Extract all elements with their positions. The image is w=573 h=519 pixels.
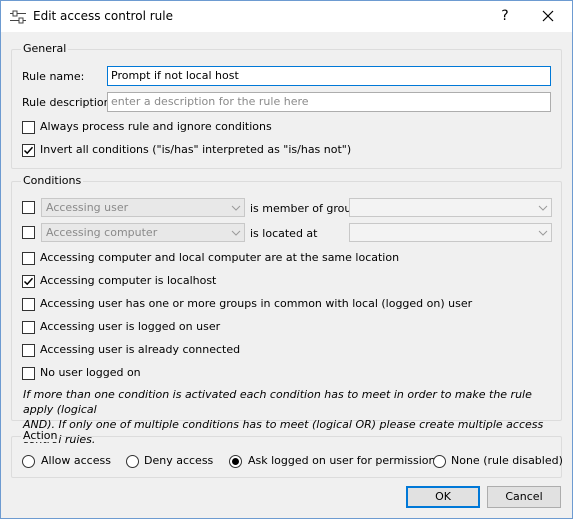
computer-subject-combo[interactable]: Accessing computer bbox=[41, 223, 245, 242]
help-button[interactable]: ? bbox=[491, 4, 519, 28]
is-localhost-label: Accessing computer is localhost bbox=[40, 274, 217, 287]
allow-access-radio[interactable] bbox=[22, 455, 35, 468]
rule-name-label: Rule name: bbox=[22, 70, 85, 83]
allow-access-label: Allow access bbox=[41, 454, 111, 467]
computer-location-checkbox[interactable] bbox=[22, 226, 35, 239]
close-icon bbox=[542, 10, 554, 22]
user-group-checkbox[interactable] bbox=[22, 201, 35, 214]
already-connected-checkbox[interactable] bbox=[22, 344, 35, 357]
common-groups-label: Accessing user has one or more groups in… bbox=[40, 297, 473, 310]
user-subject-value: Accessing user bbox=[46, 201, 129, 214]
same-location-label: Accessing computer and local computer ar… bbox=[40, 251, 400, 264]
chevron-down-icon bbox=[538, 205, 548, 211]
location-select-combo[interactable] bbox=[349, 223, 552, 242]
conditions-group-title: Conditions bbox=[21, 174, 84, 187]
ask-permission-label: Ask logged on user for permission bbox=[248, 454, 436, 467]
rule-description-label: Rule description: bbox=[22, 96, 115, 109]
logged-on-user-checkbox[interactable] bbox=[22, 321, 35, 334]
general-group-title: General bbox=[21, 42, 69, 55]
no-user-logged-on-label: No user logged on bbox=[40, 366, 141, 379]
ask-permission-radio[interactable] bbox=[229, 455, 242, 468]
chevron-down-icon bbox=[538, 230, 548, 236]
deny-access-radio[interactable] bbox=[126, 455, 139, 468]
window-title: Edit access control rule bbox=[33, 9, 173, 23]
is-localhost-checkbox[interactable] bbox=[22, 275, 35, 288]
close-button[interactable] bbox=[534, 4, 562, 28]
always-process-label: Always process rule and ignore condition… bbox=[40, 120, 272, 133]
common-groups-checkbox[interactable] bbox=[22, 298, 35, 311]
rule-disabled-radio[interactable] bbox=[433, 455, 446, 468]
conditions-note-line-1: If more than one condition is activated … bbox=[23, 388, 532, 416]
radio-selected-dot bbox=[232, 458, 239, 465]
already-connected-label: Accessing user is already connected bbox=[40, 343, 241, 356]
no-user-logged-on-checkbox[interactable] bbox=[22, 367, 35, 380]
action-group-title: Action bbox=[21, 429, 60, 442]
checkmark-icon bbox=[23, 277, 34, 286]
settings-sliders-icon bbox=[10, 10, 26, 24]
always-process-checkbox[interactable] bbox=[22, 121, 35, 134]
checkmark-icon bbox=[23, 146, 34, 155]
computer-subject-value: Accessing computer bbox=[46, 226, 158, 239]
user-subject-combo[interactable]: Accessing user bbox=[41, 198, 245, 217]
ok-button[interactable]: OK bbox=[406, 486, 480, 508]
located-at-label: is located at bbox=[250, 227, 318, 240]
group-select-combo[interactable] bbox=[349, 198, 552, 217]
rule-description-input[interactable]: enter a description for the rule here bbox=[107, 92, 551, 112]
title-bar: Edit access control rule ? bbox=[1, 1, 572, 32]
logged-on-user-label: Accessing user is logged on user bbox=[40, 320, 221, 333]
invert-conditions-label: Invert all conditions ("is/has" interpre… bbox=[40, 143, 352, 156]
rule-name-input[interactable]: Prompt if not local host bbox=[107, 66, 551, 86]
member-of-group-label: is member of group bbox=[250, 202, 359, 215]
same-location-checkbox[interactable] bbox=[22, 252, 35, 265]
chevron-down-icon bbox=[231, 230, 241, 236]
dialog-window: Edit access control rule ? General Rule … bbox=[0, 0, 573, 519]
invert-conditions-checkbox[interactable] bbox=[22, 144, 35, 157]
rule-description-placeholder: enter a description for the rule here bbox=[111, 95, 309, 108]
chevron-down-icon bbox=[231, 205, 241, 211]
rule-disabled-label: None (rule disabled) bbox=[451, 454, 563, 467]
cancel-button[interactable]: Cancel bbox=[487, 486, 561, 508]
deny-access-label: Deny access bbox=[144, 454, 214, 467]
